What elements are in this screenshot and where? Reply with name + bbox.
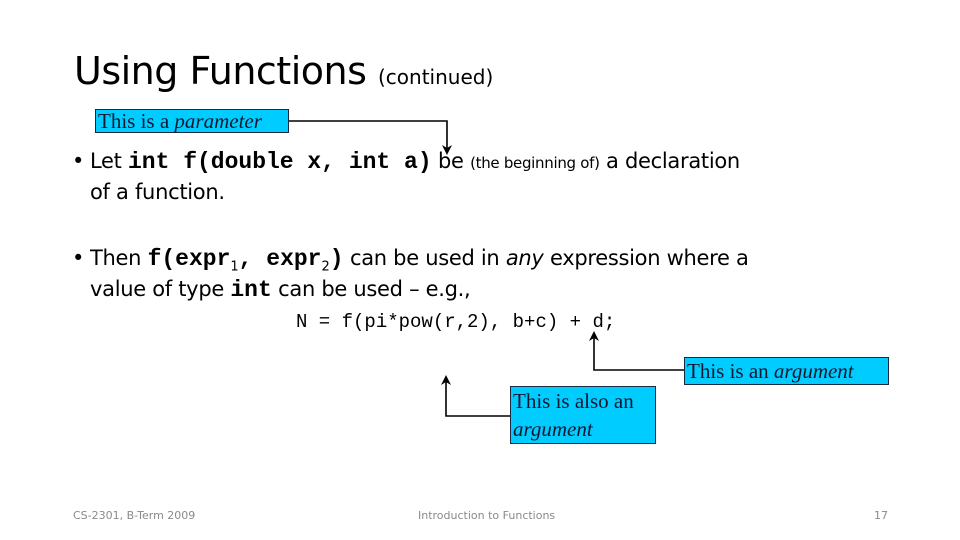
callout-text: This is an [687, 359, 769, 383]
callout-emph: argument [773, 359, 854, 383]
argument-arrow [589, 331, 684, 371]
page-number: 17 [874, 509, 888, 522]
footer-course: CS-2301, B-Term 2009 [73, 509, 196, 522]
callout-parameter: This is a parameter [95, 109, 289, 133]
footer-topic: Introduction to Functions [418, 509, 556, 522]
callout-emph: parameter [174, 109, 262, 133]
callout-text: This is a [98, 109, 170, 133]
also-argument-arrow [441, 375, 510, 417]
parameter-arrow [289, 120, 452, 155]
callout-argument: This is an argument [684, 357, 889, 385]
callout-also-argument: This is also an argument [510, 386, 656, 444]
callout-emph: argument [513, 417, 593, 441]
callout-text: This is also an [513, 389, 634, 413]
callout-arrows [289, 120, 684, 417]
